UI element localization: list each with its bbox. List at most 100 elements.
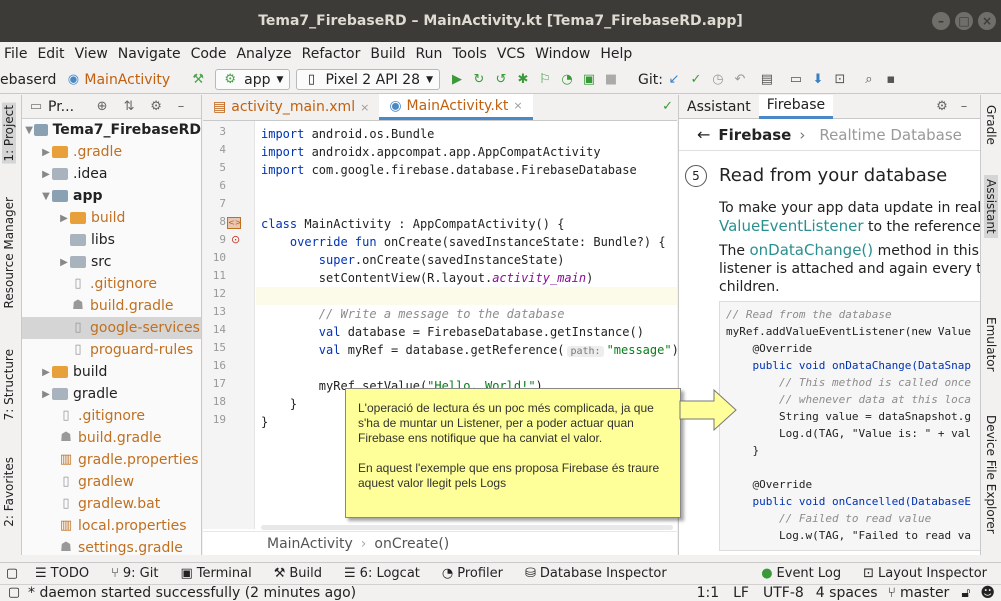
search-icon[interactable]: ⌕ xyxy=(861,72,877,88)
maximize-button[interactable]: □ xyxy=(955,12,973,30)
horizontal-scrollbar[interactable] xyxy=(261,525,673,530)
tree-item[interactable]: ▯ .gitignore xyxy=(22,273,201,295)
tab-layout-inspector[interactable]: ⊡ Layout Inspector xyxy=(863,566,987,581)
menu-refactor[interactable]: Refactor xyxy=(302,46,361,62)
tab-device-file-explorer[interactable]: Device File Explorer xyxy=(984,415,998,534)
project-view-selector[interactable]: Pr... xyxy=(48,99,74,115)
sdk-manager-icon[interactable]: ⬇ xyxy=(810,72,826,88)
attach-debugger-icon[interactable]: ⚐ xyxy=(537,72,553,88)
tree-item[interactable]: ▼ app xyxy=(22,185,201,207)
menu-window[interactable]: Window xyxy=(535,46,590,62)
tab-build[interactable]: ⚒ Build xyxy=(274,566,322,581)
cursor-position[interactable]: 1:1 xyxy=(697,585,720,601)
tree-item[interactable]: ▶ gradle xyxy=(22,383,201,405)
menu-view[interactable]: View xyxy=(75,46,108,62)
coverage-icon[interactable]: ▣ xyxy=(581,72,597,88)
rollback-icon[interactable]: ↶ xyxy=(732,72,748,88)
tab-assistant[interactable]: Assistant xyxy=(679,95,759,119)
tree-item[interactable]: ▥ local.properties xyxy=(22,515,201,537)
tree-item[interactable]: libs xyxy=(22,229,201,251)
gear-icon[interactable]: ⚙ xyxy=(148,99,164,115)
menu-help[interactable]: Help xyxy=(600,46,632,62)
overflow-icon[interactable]: ▪ xyxy=(883,72,899,88)
options-icon[interactable]: ⇅ xyxy=(121,99,137,115)
debug-icon[interactable]: ✱ xyxy=(515,72,531,88)
layout-inspector-icon[interactable]: ⊡ xyxy=(832,72,848,88)
tree-item[interactable]: ▥ gradle.properties xyxy=(22,449,201,471)
file-encoding[interactable]: UTF-8 xyxy=(763,585,804,601)
code-sample-block[interactable]: // Read from the database myRef.addValue… xyxy=(719,301,980,551)
status-message[interactable]: * daemon started successfully (2 minutes… xyxy=(28,585,356,601)
tree-item-selected[interactable]: ▯ google-services xyxy=(22,317,201,339)
menu-vcs[interactable]: VCS xyxy=(497,46,525,62)
tree-item[interactable]: ▯ .gitignore xyxy=(22,405,201,427)
module-selector[interactable]: ⚙ app ▼ xyxy=(215,69,291,90)
git-branch[interactable]: master xyxy=(900,585,949,601)
close-icon[interactable]: × xyxy=(360,101,369,114)
indent-setting[interactable]: 4 spaces xyxy=(816,585,878,601)
notifications-icon[interactable]: ☻ xyxy=(980,585,995,601)
menu-run[interactable]: Run xyxy=(416,46,443,62)
tab-event-log[interactable]: ● Event Log xyxy=(761,566,841,581)
tab-logcat[interactable]: ☰ 6: Logcat xyxy=(344,566,420,581)
device-selector[interactable]: ▯ Pixel 2 API 28 ▼ xyxy=(296,69,440,90)
tree-item[interactable]: ▯ proguard-rules xyxy=(22,339,201,361)
menu-build[interactable]: Build xyxy=(370,46,405,62)
on-data-change-link[interactable]: onDataChange() xyxy=(750,241,874,259)
tab-profiler[interactable]: ◔ Profiler xyxy=(442,566,503,581)
tab-assistant-side[interactable]: Assistant xyxy=(984,175,998,238)
tab-todo[interactable]: ☰ TODO xyxy=(35,566,89,581)
tree-item[interactable]: ▶ build xyxy=(22,361,201,383)
back-arrow-icon[interactable]: ← xyxy=(697,125,710,144)
menu-code[interactable]: Code xyxy=(191,46,227,62)
close-icon[interactable]: × xyxy=(513,99,522,112)
hide-icon[interactable]: – xyxy=(956,99,972,115)
menu-tools[interactable]: Tools xyxy=(452,46,487,62)
tab-terminal[interactable]: ▣ Terminal xyxy=(180,566,251,581)
breadcrumb-class[interactable]: MainActivity xyxy=(267,536,353,552)
tab-resource-manager[interactable]: Resource Manager xyxy=(2,197,16,308)
project-structure-icon[interactable]: ▤ xyxy=(759,72,775,88)
apply-code-icon[interactable]: ↺ xyxy=(493,72,509,88)
tree-item[interactable]: ▶ .idea xyxy=(22,163,201,185)
update-project-icon[interactable]: ↙ xyxy=(666,72,682,88)
nav-crumb-project[interactable]: ebaserd xyxy=(0,72,56,88)
run-icon[interactable]: ▶ xyxy=(449,72,465,88)
hide-icon[interactable]: – xyxy=(173,99,189,115)
menu-navigate[interactable]: Navigate xyxy=(118,46,181,62)
tab-structure[interactable]: 7: Structure xyxy=(2,349,16,420)
value-event-listener-link[interactable]: ValueEventListener xyxy=(719,217,864,235)
tree-item-root[interactable]: ▼ Tema7_FirebaseRD xyxy=(22,119,201,141)
breadcrumb-method[interactable]: onCreate() xyxy=(374,536,449,552)
tree-item[interactable]: ☗ build.gradle xyxy=(22,427,201,449)
tree-item[interactable]: ☗ settings.gradle xyxy=(22,537,201,555)
status-toggle-icon[interactable]: ▢ xyxy=(6,585,22,601)
tree-item[interactable]: ▯ gradlew.bat xyxy=(22,493,201,515)
override-gutter-icon[interactable]: ⊙ xyxy=(231,233,240,246)
tree-item[interactable]: ▶ .gradle xyxy=(22,141,201,163)
tab-project[interactable]: 1: Project xyxy=(2,103,16,164)
nav-back-link[interactable]: Firebase xyxy=(718,126,791,144)
menu-analyze[interactable]: Analyze xyxy=(236,46,291,62)
tab-database-inspector[interactable]: ⛁ Database Inspector xyxy=(525,566,667,581)
tree-item[interactable]: ☗ build.gradle xyxy=(22,295,201,317)
activity-gutter-icon[interactable]: <> xyxy=(227,217,241,229)
tree-item[interactable]: ▯ gradlew xyxy=(22,471,201,493)
tab-activity-main-xml[interactable]: ▤ activity_main.xml × xyxy=(203,94,379,120)
menu-edit[interactable]: Edit xyxy=(37,46,64,62)
tab-emulator[interactable]: Emulator xyxy=(984,317,998,372)
menu-file[interactable]: File xyxy=(4,46,27,62)
lock-icon[interactable]: 🔓︎ xyxy=(961,585,970,601)
tab-favorites[interactable]: 2: Favorites xyxy=(2,457,16,527)
gear-icon[interactable]: ⚙ xyxy=(934,99,950,115)
locate-icon[interactable]: ⊕ xyxy=(94,99,110,115)
commit-icon[interactable]: ✓ xyxy=(688,72,704,88)
tab-mainactivity-kt[interactable]: ◉ MainActivity.kt × xyxy=(379,94,533,120)
tab-git[interactable]: ⑂ 9: Git xyxy=(111,566,158,581)
tab-firebase[interactable]: Firebase xyxy=(758,95,834,119)
hammer-icon[interactable]: ⚒ xyxy=(190,72,206,88)
line-separator[interactable]: LF xyxy=(733,585,749,601)
tab-gradle[interactable]: Gradle xyxy=(984,105,998,145)
close-button[interactable]: × xyxy=(978,12,996,30)
toggle-tool-windows-icon[interactable]: ▢ xyxy=(4,566,20,582)
